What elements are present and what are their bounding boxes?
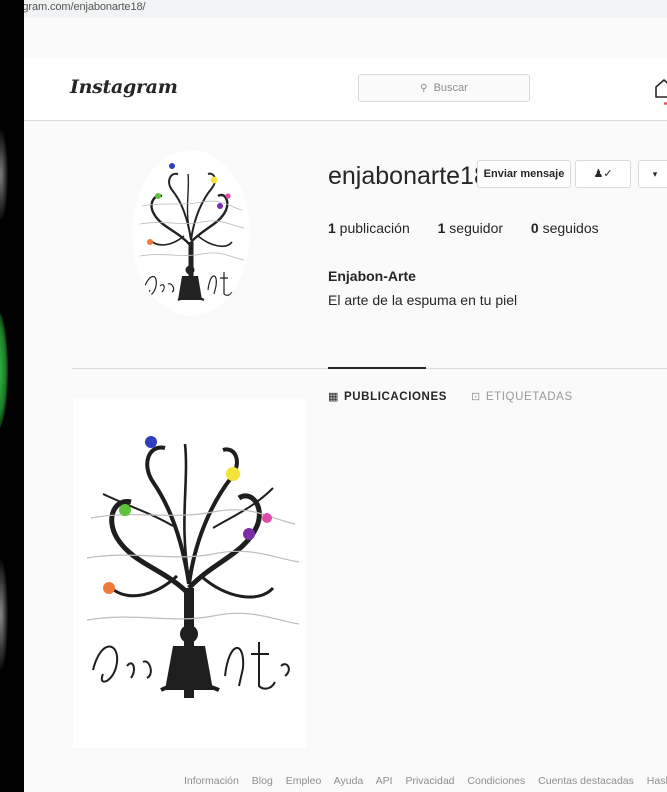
address-bar[interactable]: nstagram.com/enjabonarte18/ <box>24 0 667 18</box>
footer-link[interactable]: Privacidad <box>405 775 454 787</box>
desktop-background-strip <box>0 0 24 792</box>
browser-window: nstagram.com/enjabonarte18/ Instagram ⚲ … <box>24 0 667 792</box>
footer-link[interactable]: Hashtags <box>647 775 667 787</box>
browser-toolbar <box>24 18 667 59</box>
footer-link[interactable]: Condiciones <box>467 775 525 787</box>
footer-link[interactable]: Información <box>184 775 239 787</box>
footer-link[interactable]: Empleo <box>286 775 322 787</box>
footer-links: Información Blog Empleo Ayuda API Privac… <box>184 775 667 787</box>
tab-publicaciones[interactable]: ▦ PUBLICACIONES <box>328 390 447 403</box>
tab-publicaciones-label: PUBLICACIONES <box>344 391 448 403</box>
stat-followers[interactable]: 1 seguidor <box>438 220 503 236</box>
footer-link[interactable]: API <box>376 775 393 787</box>
background-glow-green <box>0 310 8 430</box>
background-glow-grey <box>0 130 8 220</box>
home-icon[interactable] <box>654 78 667 98</box>
grid-icon: ▦ <box>328 391 339 403</box>
background-glow-grey-lower <box>0 560 8 670</box>
search-input[interactable]: ⚲ Buscar <box>358 74 530 102</box>
stat-posts: 1 publicación <box>328 220 410 236</box>
active-tab-indicator <box>328 367 426 369</box>
instagram-logo[interactable]: Instagram <box>70 76 178 98</box>
tagged-icon: ⊡ <box>471 391 481 403</box>
footer-link[interactable]: Cuentas destacadas <box>538 775 634 787</box>
profile-full-name: Enjabon-Arte <box>328 268 416 284</box>
instagram-navbar: Instagram ⚲ Buscar <box>24 58 667 121</box>
more-options-button[interactable]: ▾ <box>638 160 667 188</box>
footer-link[interactable]: Ayuda <box>334 775 364 787</box>
following-button[interactable]: ♟✓ <box>575 160 631 188</box>
profile-avatar[interactable] <box>132 150 250 316</box>
profile-bio: El arte de la espuma en tu piel <box>328 292 518 308</box>
address-url[interactable]: nstagram.com/enjabonarte18/ <box>24 1 146 13</box>
profile-username: enjabonarte18 <box>328 162 488 190</box>
post-thumbnail[interactable] <box>73 398 306 748</box>
tree-logo-image <box>86 436 300 698</box>
send-message-button[interactable]: Enviar mensaje <box>477 160 571 188</box>
search-placeholder: Buscar <box>433 82 468 94</box>
footer-link[interactable]: Blog <box>252 775 273 787</box>
search-icon: ⚲ <box>420 83 428 94</box>
stat-following[interactable]: 0 seguidos <box>531 220 599 236</box>
tree-logo-icon <box>139 163 245 302</box>
tab-etiquetadas-label: ETIQUETADAS <box>485 391 573 403</box>
profile-stats: 1 publicación 1 seguidor 0 seguidos <box>328 220 623 236</box>
tab-etiquetadas[interactable]: ⊡ ETIQUETADAS <box>471 390 573 403</box>
